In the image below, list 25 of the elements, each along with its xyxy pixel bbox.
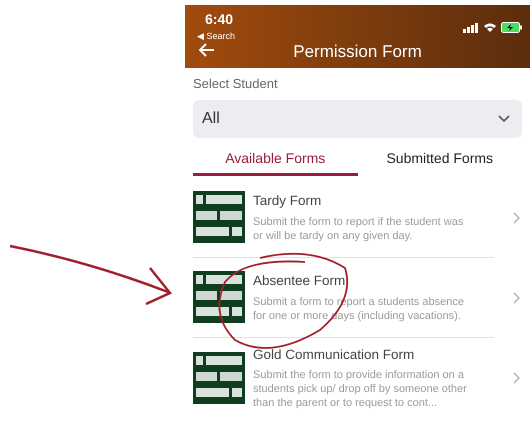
chevron-down-icon <box>498 114 510 122</box>
school-logo-icon <box>193 191 245 243</box>
chevron-right-icon <box>513 292 520 304</box>
school-logo-icon <box>193 352 245 404</box>
form-title: Gold Communication Form <box>253 346 416 364</box>
battery-icon <box>501 22 523 33</box>
form-list-item[interactable]: Gold Communication Form Submit the form to provide information on a students pick up/ drop off by someone other than the parent or to request to cont... <box>193 338 494 418</box>
back-arrow-icon[interactable] <box>199 43 215 57</box>
form-list-item[interactable]: Tardy Form Submit the form to report if the student was or will be tardy on any given day. <box>193 178 494 258</box>
form-tab[interactable]: Submitted Forms <box>358 144 522 176</box>
wifi-icon <box>483 22 497 33</box>
form-title: Tardy Form <box>253 192 322 210</box>
chevron-right-icon <box>513 212 520 224</box>
form-description: Submit the form to provide information on a students pick up/ drop off by someone other than the parent or to request to cont... <box>253 368 468 410</box>
school-logo-icon <box>193 271 245 323</box>
student-dropdown[interactable]: All <box>193 100 522 138</box>
form-tab[interactable]: Available Forms <box>193 144 358 176</box>
form-title: Absentee Form <box>253 272 346 290</box>
signal-icon <box>463 23 479 33</box>
screen-title: Permission Form <box>292 41 423 63</box>
back-link[interactable]: ◀ Search <box>197 32 236 41</box>
chevron-right-icon <box>513 372 520 384</box>
form-description: Submit the form to report if the student was or will be tardy on any given day. <box>253 214 464 243</box>
field-label: Select Student <box>193 75 279 93</box>
status-time: 6:40 <box>205 10 234 29</box>
